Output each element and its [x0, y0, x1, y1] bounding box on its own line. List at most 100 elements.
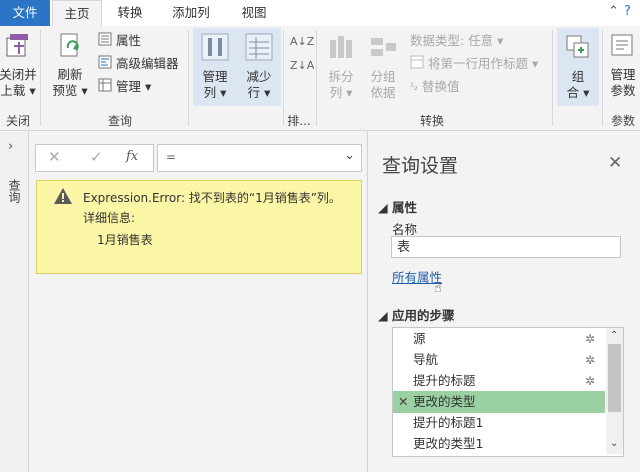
- error-message: Expression.Error: 找不到表的“1月销售表”列。 详细信息: 1…: [36, 180, 362, 274]
- properties-heading: ◢ 属性: [378, 200, 417, 215]
- params-group-label: 参数: [610, 114, 635, 128]
- tab-file[interactable]: 文件: [0, 0, 50, 26]
- separator: [552, 30, 553, 126]
- combine-button[interactable]: 组 合 ▾: [559, 32, 597, 101]
- gear-icon[interactable]: ✲: [585, 370, 595, 392]
- scroll-up-icon[interactable]: ⌃: [610, 330, 618, 341]
- queries-label[interactable]: 查询: [6, 179, 23, 203]
- error-line-1: Expression.Error: 找不到表的“1月销售表”列。: [83, 191, 341, 205]
- manage-button[interactable]: 管理 ▾: [98, 78, 151, 96]
- separator: [188, 30, 189, 126]
- ribbon: 关闭并 上载 ▾ 关闭 刷新 预览 ▾ 属性 高级编辑器 管理 ▾ 查询 管理 …: [0, 26, 640, 131]
- cancel-icon[interactable]: ✕: [48, 148, 61, 166]
- formula-tools: ✕ ✓ fx: [35, 144, 154, 172]
- replace-values-button[interactable]: ¹₂ 替换值: [410, 78, 460, 96]
- properties-icon: [98, 32, 112, 51]
- fx-icon[interactable]: fx: [126, 149, 138, 164]
- sort-ascending-icon: A↓Z: [290, 35, 315, 48]
- reduce-rows-label-2: 行: [247, 85, 261, 100]
- collapse-ribbon-icon[interactable]: ⌃: [608, 4, 619, 19]
- combine-label-2: 合: [566, 85, 580, 100]
- manage-columns-label-2: 列: [203, 85, 217, 100]
- manage-columns-icon: [196, 32, 234, 66]
- manage-icon: [98, 78, 112, 97]
- separator: [40, 30, 41, 126]
- refresh-label-2: 预览: [52, 83, 78, 98]
- manage-params-label-1: 管理: [610, 67, 636, 82]
- warning-icon: [53, 187, 73, 208]
- close-load-label-2: 上载: [0, 83, 26, 98]
- formula-input[interactable]: = ⌄: [157, 144, 362, 172]
- gear-icon[interactable]: ✲: [585, 328, 595, 350]
- steps-heading: ◢ 应用的步骤: [378, 308, 455, 323]
- tab-home[interactable]: 主页: [52, 0, 102, 27]
- close-load-button[interactable]: 关闭并 上载 ▾: [0, 32, 42, 99]
- expand-queries-icon[interactable]: ›: [8, 139, 13, 154]
- manage-params-label-2: 参数: [610, 83, 636, 98]
- tab-transform[interactable]: 转换: [106, 0, 154, 26]
- scroll-down-icon[interactable]: ⌄: [610, 438, 618, 449]
- group-by-button[interactable]: 分组 依据: [364, 32, 402, 101]
- applied-steps-list: 源 ✲ 导航 ✲ 提升的标题 ✲ ✕ 更改的类型 提升的标题1 更改的类型1 ⌃ ⌄: [392, 327, 624, 457]
- step-source[interactable]: 源 ✲: [393, 328, 605, 350]
- close-load-icon: [0, 32, 42, 64]
- parameters-icon: [606, 32, 640, 64]
- manage-columns-label-1: 管理: [202, 69, 228, 84]
- group-by-icon: [364, 32, 402, 66]
- separator: [602, 30, 603, 126]
- sort-descending-button[interactable]: Z↓A: [290, 56, 314, 74]
- chevron-down-icon[interactable]: ⌄: [344, 148, 355, 163]
- query-group-label: 查询: [107, 114, 132, 128]
- check-icon[interactable]: ✓: [90, 148, 103, 166]
- step-changed-type[interactable]: ✕ 更改的类型: [393, 391, 605, 413]
- split-column-icon: [322, 32, 360, 66]
- step-navigation[interactable]: 导航 ✲: [393, 349, 605, 371]
- manage-params-button[interactable]: 管理 参数: [606, 32, 640, 99]
- step-changed-type-1[interactable]: 更改的类型1: [393, 433, 605, 455]
- formula-text: =: [166, 150, 177, 164]
- group-by-label-2: 依据: [370, 85, 396, 100]
- separator: [316, 30, 317, 126]
- close-group-label: 关闭: [5, 114, 30, 128]
- gear-icon[interactable]: ✲: [585, 349, 595, 371]
- split-column-button[interactable]: 拆分 列 ▾: [322, 32, 360, 101]
- query-name-input[interactable]: 表: [391, 236, 621, 258]
- manage-columns-button[interactable]: 管理 列 ▾: [196, 32, 234, 101]
- menu-bar: 文件 主页 转换 添加列 视图 ⌃ ?: [0, 0, 640, 27]
- transform-group-label: 转换: [419, 114, 444, 128]
- data-type-dropdown[interactable]: 数据类型: 任意 ▾: [410, 32, 503, 50]
- group-by-label-1: 分组: [370, 69, 396, 84]
- tab-view[interactable]: 视图: [230, 0, 278, 26]
- close-icon[interactable]: ✕: [608, 153, 622, 173]
- help-icon[interactable]: ?: [624, 4, 631, 19]
- combine-icon: [559, 32, 597, 66]
- queries-pane-collapsed: › 查询: [0, 131, 29, 472]
- sort-ascending-button[interactable]: A↓Z: [290, 32, 314, 50]
- close-load-label-1: 关闭并: [0, 67, 37, 82]
- error-line-3: 1月销售表: [97, 233, 153, 247]
- step-promoted-headers[interactable]: 提升的标题 ✲: [393, 370, 605, 392]
- error-line-2: 详细信息:: [83, 211, 136, 225]
- step-promoted-headers-1[interactable]: 提升的标题1: [393, 412, 605, 434]
- reduce-rows-label-1: 减少: [246, 69, 272, 84]
- replace-icon: ¹₂: [410, 81, 419, 93]
- tab-add-column[interactable]: 添加列: [160, 0, 222, 26]
- advanced-editor-icon: [98, 55, 112, 74]
- use-first-row-button[interactable]: 将第一行用作标题 ▾: [410, 55, 538, 73]
- refresh-label-1: 刷新: [57, 67, 83, 82]
- sort-group-label: 排...: [287, 114, 311, 128]
- panel-title: 查询设置: [382, 155, 459, 177]
- refresh-preview-button[interactable]: 刷新 预览 ▾: [48, 32, 92, 99]
- scroll-thumb[interactable]: [608, 344, 621, 412]
- delete-step-icon[interactable]: ✕: [398, 391, 408, 413]
- table-icon: [410, 55, 424, 74]
- hand-cursor-icon: ☝: [434, 281, 442, 296]
- reduce-rows-icon: [240, 32, 278, 66]
- reduce-rows-button[interactable]: 减少 行 ▾: [240, 32, 278, 101]
- refresh-icon: [48, 32, 92, 64]
- sort-descending-icon: Z↓A: [290, 59, 315, 72]
- steps-scrollbar[interactable]: ⌃ ⌄: [606, 328, 623, 454]
- advanced-editor-button[interactable]: 高级编辑器: [98, 55, 179, 73]
- combine-label-1: 组: [571, 69, 585, 84]
- properties-button[interactable]: 属性: [98, 32, 141, 50]
